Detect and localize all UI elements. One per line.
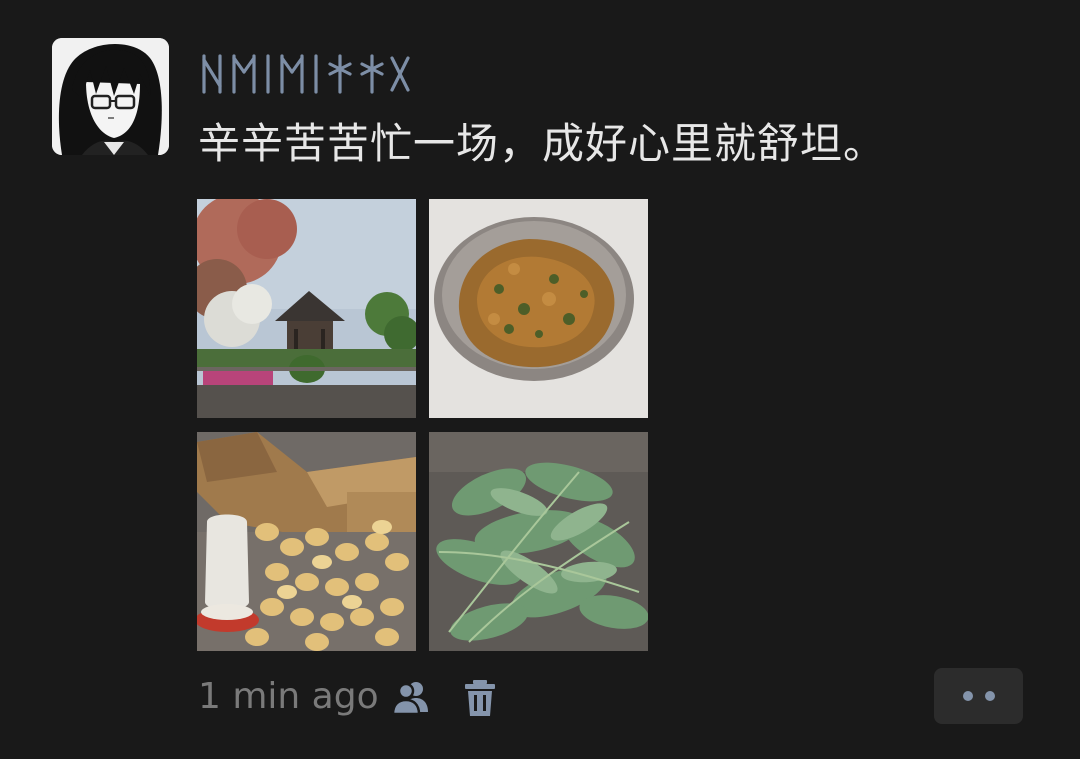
avatar[interactable] (52, 38, 169, 155)
anime-avatar-image (52, 38, 169, 155)
more-button[interactable] (934, 668, 1023, 724)
temple-photo-image (197, 199, 416, 418)
trash-icon[interactable] (458, 676, 502, 720)
post-timestamp: 1 min ago (198, 676, 379, 717)
fried-greens-bowl-photo[interactable] (429, 199, 648, 418)
username[interactable] (200, 50, 412, 96)
chicks-photo[interactable] (197, 432, 416, 651)
chicks-image (197, 432, 416, 651)
runic-username-glyphs (202, 54, 410, 94)
temple-photo[interactable] (197, 199, 416, 418)
leafy-greens-image (429, 432, 648, 651)
leafy-greens-photo[interactable] (429, 432, 648, 651)
two-dots-icon (984, 691, 995, 701)
two-dots-icon (962, 691, 973, 701)
post-text: 辛辛苦苦忙一场，成好心里就舒坦。 (198, 119, 887, 168)
fried-greens-bowl-image (429, 199, 648, 418)
people-icon[interactable] (390, 676, 434, 720)
